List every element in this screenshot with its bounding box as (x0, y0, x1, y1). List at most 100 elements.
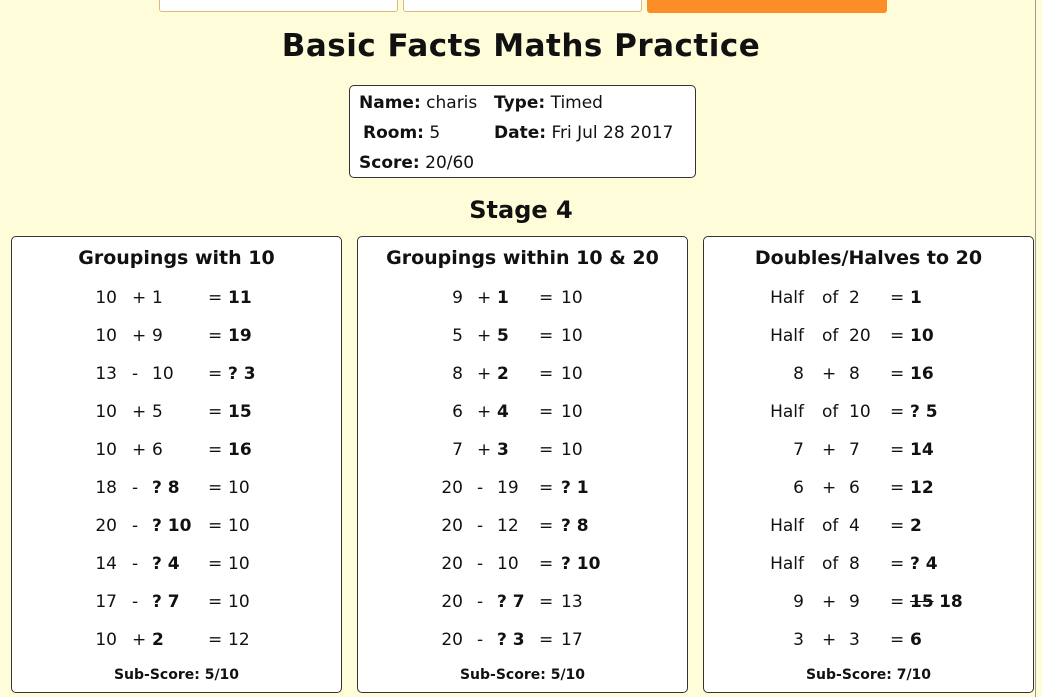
equation-row: 7 +7 = 14 (704, 439, 1033, 469)
sub-score: Sub-Score: 7/10 (805, 667, 932, 683)
operand-b: 20 (849, 326, 871, 346)
equation-row: 8 +2 = 10 (358, 363, 687, 393)
operand-b: 10 (849, 402, 871, 422)
operator: - (477, 592, 484, 612)
toolbar-field-1[interactable] (159, 0, 398, 12)
equation-row: 20-? 10 = 10 (12, 515, 341, 545)
operator: + (132, 630, 147, 650)
answer: 15 18 (910, 592, 963, 612)
answer: 10 (561, 364, 583, 384)
operator: of (822, 402, 839, 422)
operand-b: 12 (497, 516, 519, 536)
operator: + (477, 364, 492, 384)
operand-b: 4 (497, 402, 509, 422)
room-field: Room: 5 (363, 123, 441, 143)
operator: of (822, 554, 839, 574)
answer: ? 1 (561, 478, 589, 498)
operand-a: 3 (793, 630, 804, 650)
operator: - (477, 630, 484, 650)
panel-groupings-within-10-20: Groupings within 10 & 20 9 +1 = 10 5 +5 = 10 8 +2… (357, 236, 688, 693)
answer: ? 8 (561, 516, 589, 536)
operand-a: 5 (452, 326, 463, 346)
equals-sign: = (208, 630, 223, 650)
equation-row: 18-? 8 = 10 (12, 477, 341, 507)
operand-a: Half (770, 326, 804, 346)
operand-b: 6 (849, 478, 860, 498)
operand-a: Half (770, 516, 804, 536)
equation-row: 9 +9 = 15 18 (704, 591, 1033, 621)
operator: + (477, 440, 492, 460)
operand-a: 10 (95, 288, 117, 308)
operator: - (132, 554, 139, 574)
operand-b: 3 (849, 630, 860, 650)
operand-a: 20 (441, 516, 463, 536)
equation-row: 13-10 =? 3 (12, 363, 341, 393)
equals-sign: = (890, 630, 905, 650)
equals-sign: = (890, 364, 905, 384)
operand-a: Half (770, 554, 804, 574)
operand-a: 7 (793, 440, 804, 460)
operator: + (477, 326, 492, 346)
operand-b: ? 7 (152, 592, 180, 612)
answer: 10 (561, 402, 583, 422)
operator: - (132, 364, 139, 384)
equals-sign: = (539, 630, 554, 650)
equation-row: 7 +3 = 10 (358, 439, 687, 469)
operand-a: 10 (95, 440, 117, 460)
equals-sign: = (890, 288, 905, 308)
operand-a: 8 (793, 364, 804, 384)
equation-row: 10 +5 = 15 (12, 401, 341, 431)
operator: + (822, 592, 837, 612)
operator: + (477, 288, 492, 308)
answer: 2 (910, 516, 922, 536)
answer: 10 (228, 554, 250, 574)
operand-b: 10 (152, 364, 174, 384)
equals-sign: = (890, 516, 905, 536)
answer: 6 (910, 630, 922, 650)
equation-row: Half of 8 =? 4 (704, 553, 1033, 583)
operand-b: 7 (849, 440, 860, 460)
operand-b: 3 (497, 440, 509, 460)
equals-sign: = (539, 364, 554, 384)
operator: of (822, 516, 839, 536)
equation-row: 17-? 7 = 10 (12, 591, 341, 621)
equation-row: 10 +6 = 16 (12, 439, 341, 469)
score-field: Score: 20/60 (359, 153, 475, 173)
toolbar-field-2[interactable] (403, 0, 642, 12)
answer: ? 4 (910, 554, 938, 574)
operator: of (822, 288, 839, 308)
toolbar-orange-button[interactable] (647, 0, 887, 13)
equals-sign: = (539, 516, 554, 536)
equation-row: 20-? 3 = 17 (358, 629, 687, 659)
operand-b: 19 (497, 478, 519, 498)
answer: 10 (228, 516, 250, 536)
operand-b: 1 (152, 288, 163, 308)
operator: + (822, 364, 837, 384)
answer: 10 (228, 592, 250, 612)
equals-sign: = (539, 592, 554, 612)
operand-b: ? 7 (497, 592, 525, 612)
equals-sign: = (539, 326, 554, 346)
equation-row: 6 +6 = 12 (704, 477, 1033, 507)
answer: 1 (910, 288, 922, 308)
operand-a: 9 (793, 592, 804, 612)
operand-a: Half (770, 402, 804, 422)
answer: 15 (228, 402, 252, 422)
equals-sign: = (208, 364, 223, 384)
answer: 10 (561, 440, 583, 460)
operand-a: 6 (793, 478, 804, 498)
operator: + (132, 326, 147, 346)
equals-sign: = (208, 592, 223, 612)
equals-sign: = (539, 402, 554, 422)
stage-heading: Stage 4 (469, 196, 573, 224)
equation-row: 20-? 7 = 13 (358, 591, 687, 621)
operand-b: 10 (497, 554, 519, 574)
panel-title: Groupings within 10 & 20 (386, 247, 659, 269)
panel-doubles-halves: Doubles/Halves to 20 Half of 2 = 1 Half of 20 = 1… (703, 236, 1034, 693)
operand-b: ? 4 (152, 554, 180, 574)
equals-sign: = (208, 554, 223, 574)
operand-a: 6 (452, 402, 463, 422)
panel-title: Doubles/Halves to 20 (754, 247, 983, 269)
operand-b: ? 10 (152, 516, 192, 536)
equation-row: 10 +1 = 11 (12, 287, 341, 317)
